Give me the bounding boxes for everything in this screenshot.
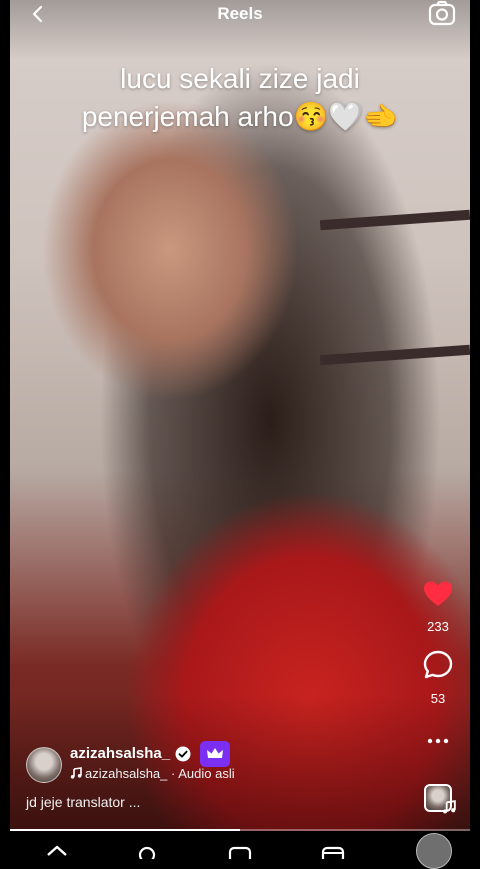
comment-count: 53 <box>430 691 446 706</box>
like-count: 233 <box>427 619 449 634</box>
reels-icon[interactable] <box>228 845 252 859</box>
post-author: azizahsalsha_ azizahsalsha_ · Audio asli <box>26 741 406 785</box>
audio-label: azizahsalsha_ · Audio asli <box>85 766 235 781</box>
author-username[interactable]: azizahsalsha_ <box>70 745 170 762</box>
more-dots-icon[interactable] <box>426 737 450 745</box>
crown-icon <box>207 748 223 758</box>
reels-header: Reels <box>10 0 470 28</box>
comment-button[interactable]: 53 <box>418 650 458 706</box>
music-note-icon <box>70 767 82 779</box>
shop-icon[interactable] <box>321 845 345 859</box>
bottom-navigation <box>10 831 470 869</box>
audio-attribution[interactable]: azizahsalsha_ · Audio asli <box>70 766 235 781</box>
search-icon[interactable] <box>137 845 159 859</box>
ceiling-beam <box>319 344 471 366</box>
caption-line: lucu sekali zize jadi <box>120 63 360 94</box>
caption-line: penerjemah arho😚🤍🫲 <box>81 101 399 132</box>
heart-icon[interactable] <box>423 580 453 608</box>
profile-avatar[interactable] <box>416 833 452 869</box>
subscriber-badge[interactable] <box>200 741 230 767</box>
video-caption-overlay: lucu sekali zize jadi penerjemah arho😚🤍🫲 <box>40 60 440 136</box>
ceiling-beam <box>319 209 471 231</box>
more-button[interactable] <box>418 732 458 750</box>
like-button[interactable]: 233 <box>418 580 458 634</box>
comment-bubble-icon[interactable] <box>423 650 453 680</box>
post-description[interactable]: jd jeje translator ... <box>26 794 140 810</box>
action-rail: 233 53 <box>418 580 458 750</box>
music-note-icon <box>442 800 456 814</box>
author-avatar[interactable] <box>26 747 62 783</box>
camera-icon[interactable] <box>428 0 456 26</box>
home-icon[interactable] <box>46 845 68 859</box>
verified-badge-icon <box>175 746 191 762</box>
page-title: Reels <box>217 4 263 23</box>
